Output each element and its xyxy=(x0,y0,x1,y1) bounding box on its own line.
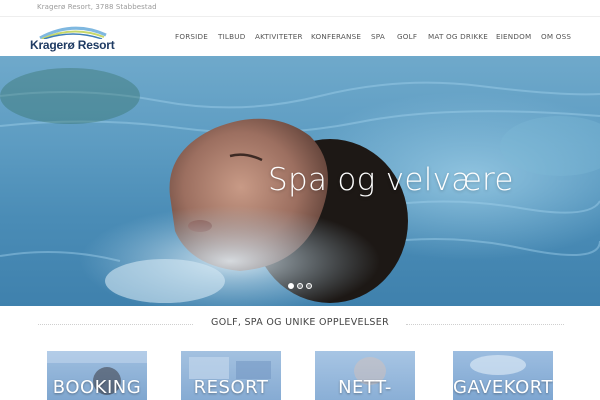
tile-resort[interactable]: RESORT xyxy=(181,351,281,400)
slider-dot-2[interactable] xyxy=(297,283,303,289)
tile-nett-label: NETT- xyxy=(338,377,392,398)
resort-address: Kragerø Resort, 3788 Stabbestad xyxy=(37,3,157,11)
logo-arc-icon xyxy=(39,26,107,39)
section-heading: GOLF, SPA OG UNIKE OPPLEVELSER xyxy=(0,306,600,346)
nav-item-golf[interactable]: GOLF xyxy=(397,32,417,41)
nav-item-spa[interactable]: SPA xyxy=(371,32,385,41)
nav-item-om-oss[interactable]: OM OSS xyxy=(541,32,571,41)
tile-resort-label: RESORT xyxy=(193,377,269,398)
nav-item-mat-og-drikke[interactable]: MAT OG DRIKKE xyxy=(428,32,488,41)
tile-booking-label: BOOKING xyxy=(52,377,142,398)
hero-slider[interactable]: Spa og velvære xyxy=(0,56,600,306)
right-divider xyxy=(406,324,564,325)
logo[interactable]: Kragerø Resort xyxy=(30,21,122,53)
top-address-bar: Kragerø Resort, 3788 Stabbestad xyxy=(0,0,600,16)
tile-gavekort[interactable]: GAVEKORT xyxy=(453,351,553,400)
nav-item-aktiviteter[interactable]: AKTIVITETER xyxy=(255,32,303,41)
nav-item-tilbud[interactable]: TILBUD xyxy=(218,32,245,41)
nav-item-forside[interactable]: FORSIDE xyxy=(175,32,208,41)
nav-item-eiendom[interactable]: EIENDOM xyxy=(496,32,531,41)
tile-gavekort-label: GAVEKORT xyxy=(453,377,553,398)
slider-dot-1[interactable] xyxy=(288,283,294,289)
slider-dot-3[interactable] xyxy=(306,283,312,289)
site-header: Kragerø Resort FORSIDE TILBUD AKTIVITETE… xyxy=(0,16,600,56)
nav-item-konferanse[interactable]: KONFERANSE xyxy=(311,32,361,41)
hero-caption: Spa og velvære xyxy=(268,162,514,198)
logo-text: Kragerø Resort xyxy=(30,38,115,52)
tile-nett[interactable]: NETT- xyxy=(315,351,415,400)
tile-booking[interactable]: BOOKING xyxy=(47,351,147,400)
section-title: GOLF, SPA OG UNIKE OPPLEVELSER xyxy=(211,317,389,328)
